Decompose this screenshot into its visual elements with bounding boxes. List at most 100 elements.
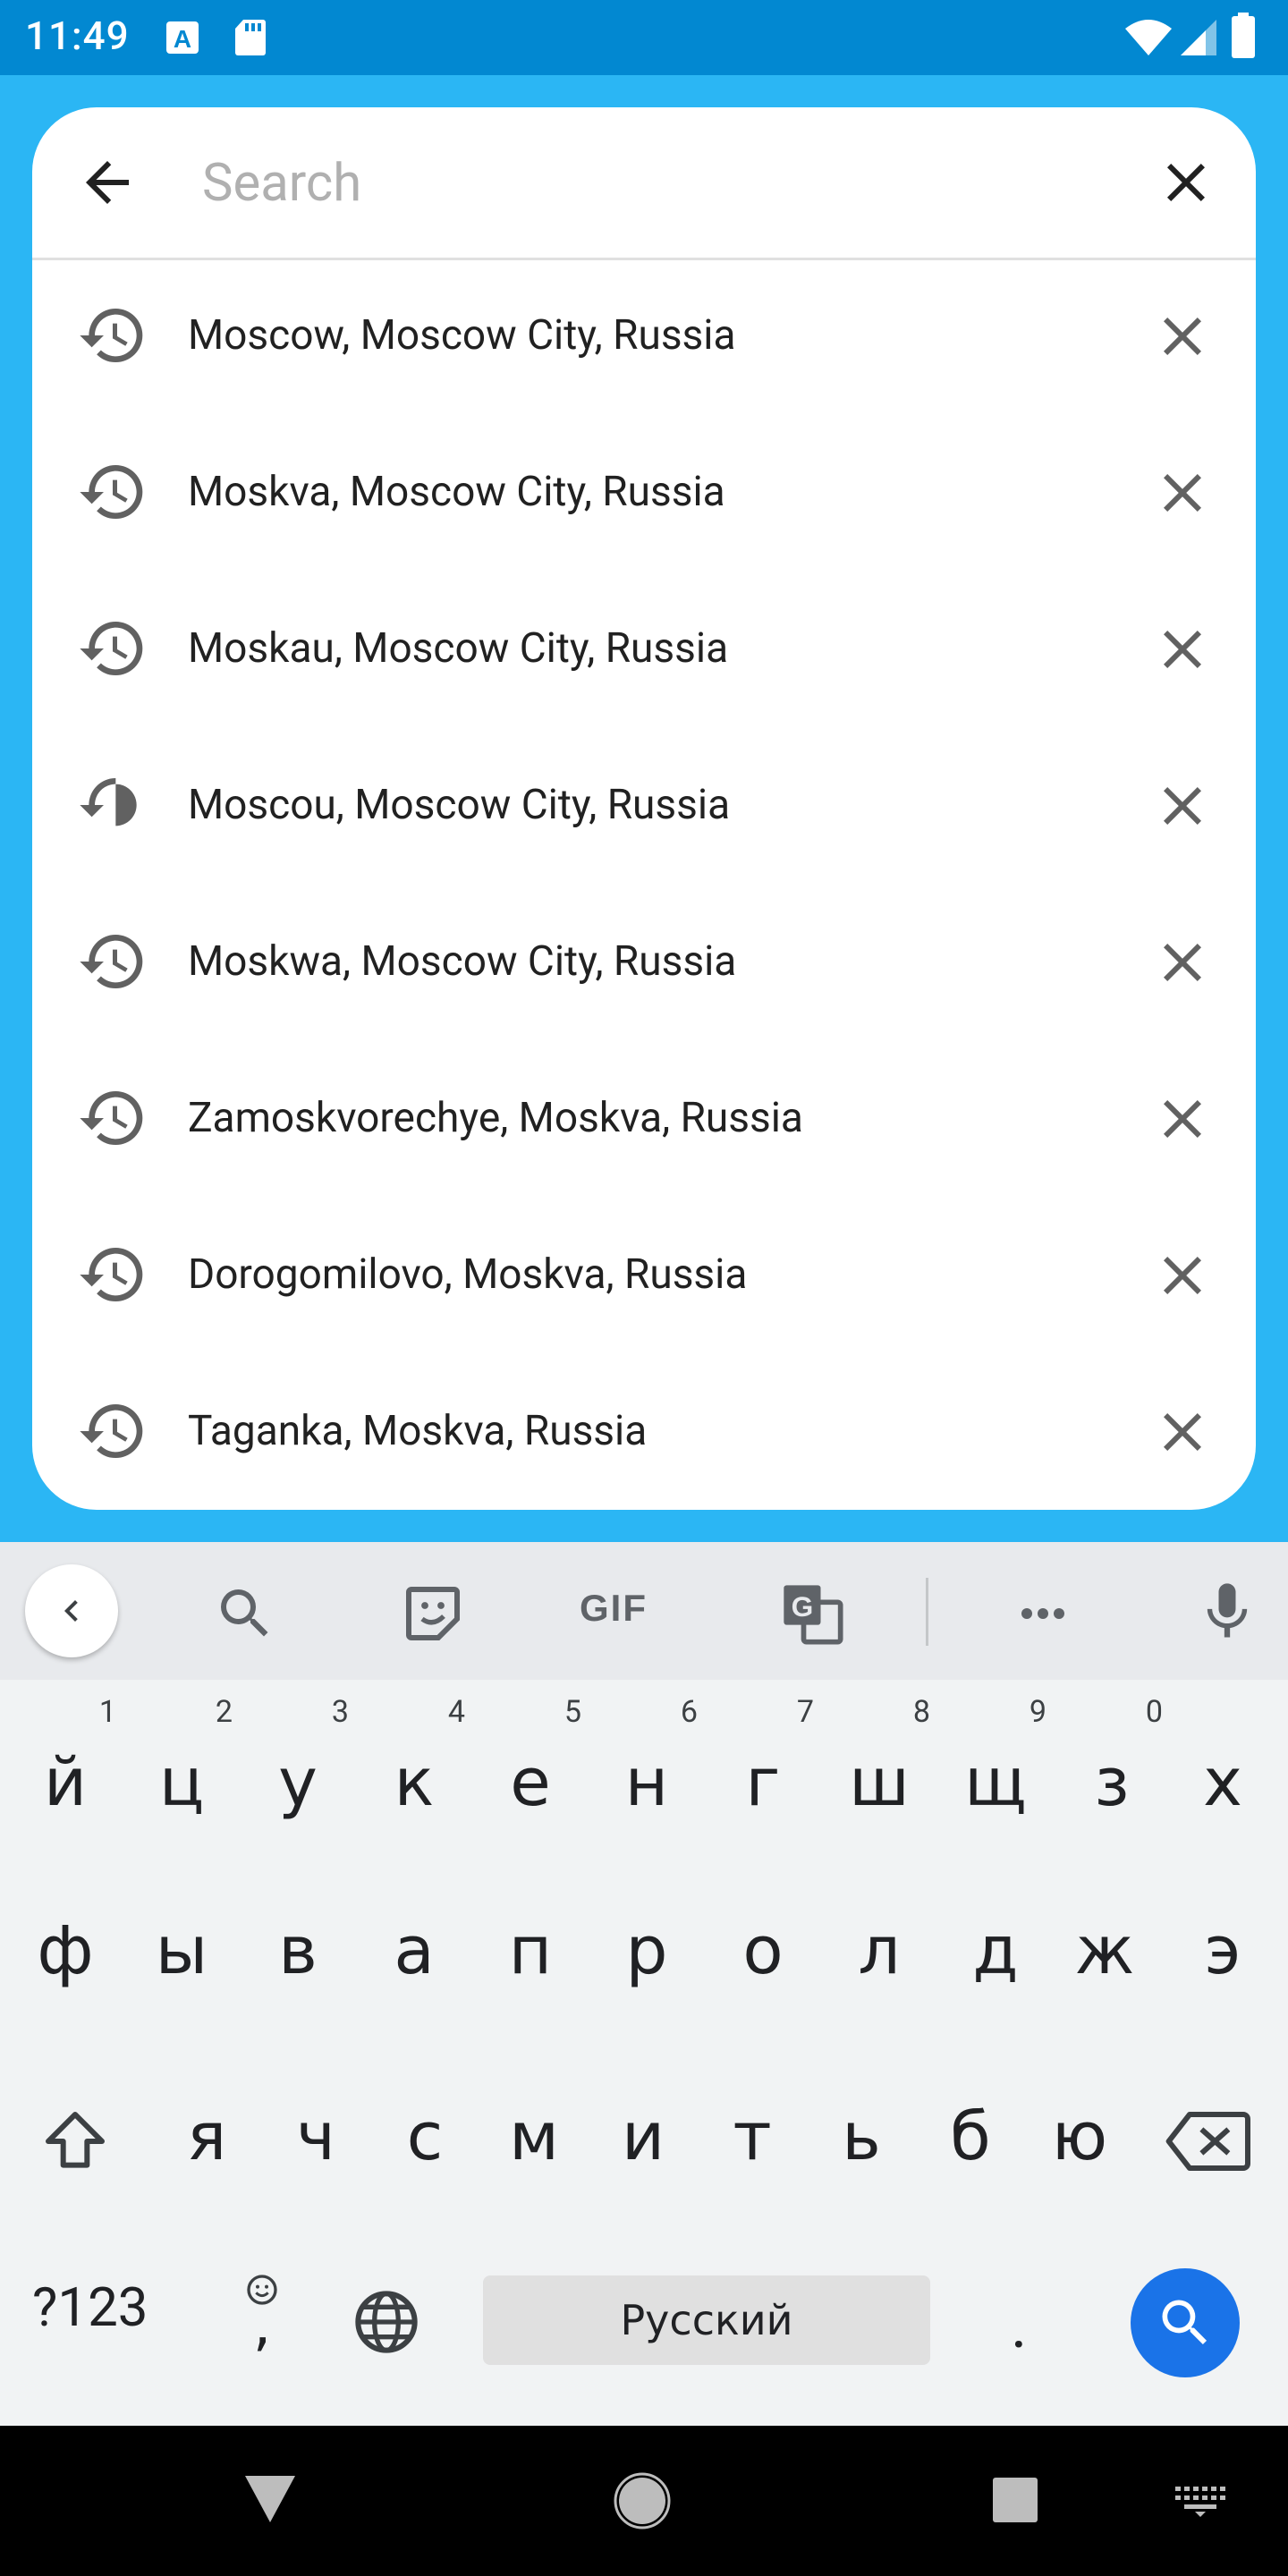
search-icon <box>1162 2300 1208 2345</box>
clear-search-icon[interactable] <box>1154 150 1218 215</box>
history-item-label: Moskva, Moscow City, Russia <box>188 468 725 516</box>
history-icon <box>80 465 143 519</box>
keyboard-switch-icon[interactable] <box>1174 2483 1227 2519</box>
search-card: Moscow, Moscow City, Russia Moskva, Mosc… <box>32 107 1256 1510</box>
backspace-icon[interactable] <box>1163 2106 1252 2177</box>
history-icon <box>80 1404 143 1458</box>
key[interactable]: д <box>937 1878 1054 2039</box>
shift-icon[interactable] <box>39 2106 111 2177</box>
wifi-icon <box>1125 20 1172 55</box>
history-item[interactable]: Moscou, Moscow City, Russia <box>32 727 1256 884</box>
navigation-bar <box>0 2426 1288 2576</box>
history-item[interactable]: Zamoskvorechye, Moskva, Russia <box>32 1040 1256 1197</box>
key[interactable]: 0з <box>1054 1682 1170 1843</box>
history-icon <box>80 935 143 988</box>
comma-label: , <box>252 2292 272 2359</box>
key[interactable]: 3у <box>240 1682 356 1843</box>
key[interactable]: о <box>705 1878 821 2039</box>
collapse-toolbar-button[interactable] <box>25 1564 118 1657</box>
remove-history-icon[interactable] <box>1150 1087 1215 1151</box>
history-icon <box>80 1091 143 1145</box>
history-item[interactable]: Moscow, Moscow City, Russia <box>32 258 1256 414</box>
history-item[interactable]: Moskwa, Moscow City, Russia <box>32 884 1256 1040</box>
remove-history-icon[interactable] <box>1150 617 1215 682</box>
search-icon[interactable] <box>213 1581 277 1646</box>
remove-history-icon[interactable] <box>1150 1243 1215 1308</box>
search-input[interactable] <box>200 147 1098 220</box>
toolbar-divider <box>926 1578 928 1646</box>
svg-text:G: G <box>792 1590 814 1623</box>
key[interactable]: р <box>589 1878 705 2039</box>
history-item[interactable]: Dorogomilovo, Moskva, Russia <box>32 1197 1256 1353</box>
microphone-icon[interactable] <box>1193 1578 1261 1646</box>
gif-button[interactable]: GIF <box>580 1587 648 1630</box>
history-item[interactable]: Taganka, Moskva, Russia <box>32 1353 1256 1510</box>
key[interactable]: ж <box>1046 1878 1163 2039</box>
cell-signal-icon <box>1181 20 1216 55</box>
key[interactable]: в <box>240 1878 356 2039</box>
key[interactable]: с <box>367 2064 483 2225</box>
key[interactable]: ф <box>7 1878 123 2039</box>
key[interactable]: ы <box>123 1878 240 2039</box>
status-time: 11:49 <box>25 13 130 59</box>
remove-history-icon[interactable] <box>1150 304 1215 369</box>
back-nav-icon[interactable] <box>242 2472 299 2526</box>
period-key[interactable]: . <box>1011 2290 1027 2363</box>
remove-history-icon[interactable] <box>1150 461 1215 525</box>
history-item-label: Zamoskvorechye, Moskva, Russia <box>188 1094 803 1142</box>
key[interactable]: 4к <box>356 1682 472 1843</box>
key[interactable]: ь <box>803 2064 919 2225</box>
history-item[interactable]: Moskau, Moscow City, Russia <box>32 571 1256 727</box>
history-icon <box>80 622 143 675</box>
key[interactable]: л <box>821 1878 937 2039</box>
history-item-label: Taganka, Moskva, Russia <box>188 1407 648 1455</box>
sd-card-icon <box>235 20 266 55</box>
key[interactable]: 9щ <box>937 1682 1054 1843</box>
search-history-list: Moscow, Moscow City, Russia Moskva, Mosc… <box>32 258 1256 1510</box>
key[interactable]: 7г <box>705 1682 821 1843</box>
comma-key[interactable]: , <box>240 2272 284 2359</box>
key[interactable]: 5е <box>472 1682 589 1843</box>
key[interactable]: 6н <box>589 1682 705 1843</box>
key[interactable]: х <box>1165 1682 1281 1843</box>
sticker-icon[interactable] <box>401 1581 465 1646</box>
symbols-key[interactable]: ?123 <box>32 2275 148 2339</box>
history-icon <box>80 309 143 363</box>
key[interactable]: и <box>585 2064 701 2225</box>
battery-icon <box>1232 13 1255 58</box>
remove-history-icon[interactable] <box>1150 774 1215 838</box>
more-options-icon[interactable] <box>1011 1581 1075 1646</box>
globe-icon[interactable] <box>351 2286 422 2358</box>
status-bar: 11:49 A <box>0 0 1288 75</box>
keyboard-toolbar: GIF G <box>0 1542 1288 1680</box>
history-item-label: Moscow, Moscow City, Russia <box>188 311 736 360</box>
search-bar <box>32 107 1256 260</box>
key[interactable]: б <box>912 2064 1029 2225</box>
history-icon <box>80 1248 143 1301</box>
key[interactable]: э <box>1165 1878 1281 2039</box>
history-item[interactable]: Moskva, Moscow City, Russia <box>32 414 1256 571</box>
key[interactable]: 1й <box>7 1682 123 1843</box>
key[interactable]: 2ц <box>123 1682 240 1843</box>
key[interactable]: м <box>476 2064 592 2225</box>
home-nav-icon[interactable] <box>614 2472 671 2529</box>
remove-history-icon[interactable] <box>1150 1400 1215 1464</box>
key[interactable]: а <box>356 1878 472 2039</box>
font-app-icon: A <box>166 21 199 54</box>
back-arrow-icon[interactable] <box>75 150 140 215</box>
key[interactable]: ч <box>258 2064 374 2225</box>
recents-nav-icon[interactable] <box>991 2476 1039 2524</box>
history-item-label: Moscou, Moscow City, Russia <box>188 781 731 829</box>
keyboard-search-button[interactable] <box>1131 2268 1240 2377</box>
history-icon <box>80 778 137 826</box>
key[interactable]: т <box>694 2064 810 2225</box>
key[interactable]: п <box>472 1878 589 2039</box>
translate-icon[interactable]: G <box>778 1580 846 1648</box>
key[interactable]: я <box>148 2064 265 2225</box>
space-key[interactable]: Русский <box>483 2275 930 2365</box>
chevron-left-icon <box>64 1600 78 1622</box>
history-item-label: Moskau, Moscow City, Russia <box>188 624 729 673</box>
remove-history-icon[interactable] <box>1150 930 1215 995</box>
key[interactable]: 8ш <box>821 1682 937 1843</box>
key[interactable]: ю <box>1021 2064 1138 2225</box>
